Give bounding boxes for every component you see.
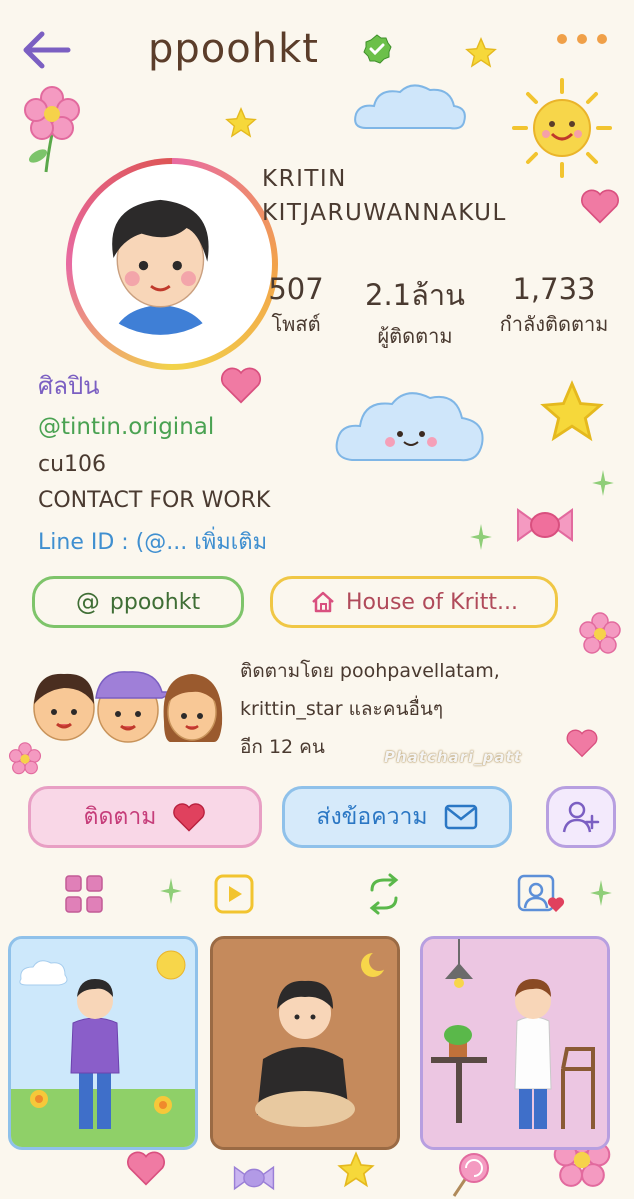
- threads-link-button[interactable]: @ ppoohkt: [32, 576, 244, 628]
- name-line-1: KRITIN: [262, 166, 347, 192]
- name-line-2: KITJARUWANNAKUL: [262, 200, 507, 226]
- stat-posts-label: โพสต์: [271, 312, 321, 336]
- bio-contact-text: Line ID : (@...: [38, 530, 188, 555]
- candy-decoration-icon: [233, 1165, 275, 1191]
- star-decoration-icon: [465, 37, 497, 68]
- stat-followers-value: 2.1ล้าน: [365, 278, 465, 312]
- cloud-face-decoration-icon: [335, 392, 484, 462]
- follow-button[interactable]: ติดตาม: [28, 786, 262, 848]
- followed-by-line: ติดตามโดย poohpavellatam,: [240, 660, 500, 682]
- repost-icon[interactable]: [362, 872, 406, 916]
- stat-following[interactable]: 1,733 กำลังติดตาม: [486, 272, 622, 340]
- lollipop-decoration-icon: [452, 1153, 489, 1197]
- post-image: [213, 939, 397, 1147]
- message-button-label: ส่งข้อความ: [316, 804, 428, 830]
- cloud-decoration-icon: [354, 84, 466, 130]
- bio-text-line: cu106: [38, 452, 107, 477]
- heart-icon: [173, 803, 206, 832]
- post-thumbnail[interactable]: [8, 936, 198, 1150]
- more-dots-icon[interactable]: [550, 30, 614, 48]
- add-user-button[interactable]: [546, 786, 616, 848]
- sun-decoration-icon: [512, 78, 612, 178]
- tagged-user-icon[interactable]: [516, 872, 566, 916]
- reels-play-icon[interactable]: [212, 872, 256, 916]
- threads-link-label: ppoohkt: [109, 589, 201, 615]
- envelope-icon: [444, 804, 477, 830]
- bio-category: ศิลปิน: [38, 372, 100, 400]
- house-link-label: House of Kritt...: [346, 589, 518, 615]
- heart-decoration-icon: [221, 367, 261, 404]
- heart-decoration-icon: [581, 189, 619, 224]
- stat-following-value: 1,733: [512, 272, 596, 306]
- star-decoration-icon: [337, 1151, 375, 1188]
- watermark-signature: Phatchari_patt: [384, 748, 522, 766]
- flower-decoration-icon: [579, 612, 621, 654]
- mutual-followers-avatars[interactable]: [24, 662, 230, 748]
- profile-full-name: KRITIN KITJARUWANNAKUL: [262, 162, 507, 230]
- post-thumbnail[interactable]: [210, 936, 400, 1150]
- follow-button-label: ติดตาม: [83, 804, 157, 830]
- threads-icon: @: [75, 588, 100, 616]
- home-icon: [312, 591, 334, 613]
- grid-icon[interactable]: [62, 872, 106, 916]
- heart-decoration-icon: [566, 729, 598, 758]
- sparkle-decoration-icon: [470, 524, 492, 550]
- post-thumbnail[interactable]: [420, 936, 610, 1150]
- bio-contact-line: Line ID : (@... เพิ่มเติม: [38, 524, 267, 559]
- post-image: [11, 939, 195, 1147]
- add-user-icon: [562, 801, 600, 833]
- stat-posts[interactable]: 507 โพสต์: [258, 272, 334, 340]
- profile-username: ppoohkt: [148, 26, 319, 72]
- stat-followers-label: ผู้ติดตาม: [377, 324, 453, 348]
- message-button[interactable]: ส่งข้อความ: [282, 786, 512, 848]
- avatar: [77, 169, 243, 335]
- verified-badge-icon: [363, 34, 392, 64]
- arrow-left-icon[interactable]: [18, 28, 74, 72]
- star-decoration-icon: [225, 107, 257, 138]
- stat-followers[interactable]: 2.1ล้าน ผู้ติดตาม: [354, 272, 476, 352]
- stat-following-label: กำลังติดตาม: [499, 312, 609, 336]
- flower-decoration-icon: [24, 86, 80, 173]
- heart-decoration-icon: [127, 1151, 165, 1186]
- post-image: [423, 939, 607, 1147]
- candy-decoration-icon: [517, 508, 573, 542]
- sparkle-decoration-icon: [592, 470, 614, 496]
- bio-handle-link[interactable]: @tintin.original: [38, 414, 214, 440]
- stat-posts-value: 507: [268, 272, 324, 306]
- followed-by-line: krittin_star และคนอื่นๆ: [240, 698, 444, 720]
- bio-text-line: CONTACT FOR WORK: [38, 488, 271, 513]
- sparkle-decoration-icon: [590, 880, 612, 906]
- bio-more-link[interactable]: เพิ่มเติม: [194, 530, 267, 555]
- sparkle-decoration-icon: [160, 878, 182, 904]
- star-decoration-icon: [540, 380, 604, 442]
- house-link-button[interactable]: House of Kritt...: [270, 576, 558, 628]
